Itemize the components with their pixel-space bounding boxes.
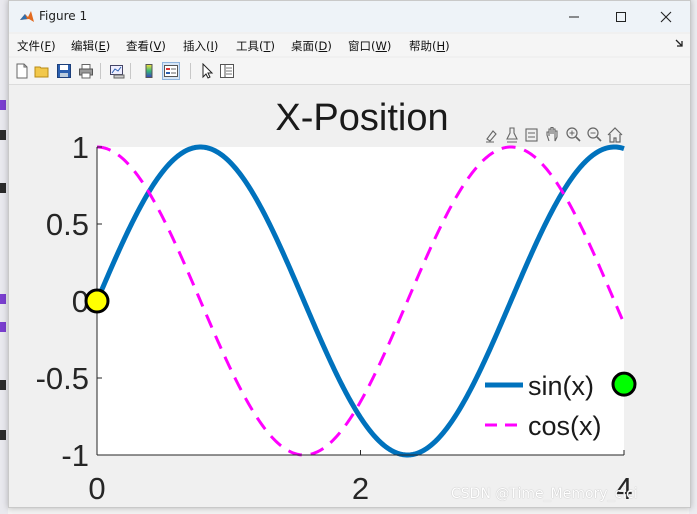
- new-figure-icon: [16, 63, 28, 79]
- matlab-logo-icon: [20, 11, 34, 22]
- background-marker: [0, 380, 6, 390]
- y-tick-label: 0.5: [46, 207, 89, 242]
- menu-view[interactable]: 查看(V): [126, 38, 166, 54]
- pan-icon[interactable]: [546, 126, 558, 142]
- print-icon: [79, 64, 93, 79]
- x-tick-label: 0: [88, 471, 105, 506]
- brush-icon[interactable]: [486, 130, 497, 143]
- maximize-button[interactable]: [601, 5, 641, 29]
- legend-label-2: cos(x): [528, 411, 602, 441]
- close-button[interactable]: [646, 5, 686, 29]
- background-marker: [0, 294, 6, 304]
- y-tick-label: 1: [72, 130, 89, 165]
- menu-file[interactable]: 文件(F): [17, 38, 56, 54]
- background-marker: [0, 430, 6, 440]
- close-icon: [660, 11, 672, 23]
- dock-arrow-icon[interactable]: [674, 38, 684, 48]
- watermark-text: CSDN @Time_Memory_cici: [451, 486, 638, 502]
- link-plot-button[interactable]: [108, 62, 126, 80]
- toolbar-separator: [130, 63, 131, 79]
- background-marker: [0, 183, 6, 193]
- menu-bar: 文件(F) 编辑(E) 查看(V) 插入(I) 工具(T) 桌面(D) 窗口(W…: [9, 34, 690, 56]
- axes-background: [97, 147, 624, 455]
- property-inspector-button[interactable]: [218, 62, 236, 80]
- toolbar-separator: [190, 63, 191, 79]
- colorbar-button[interactable]: [140, 62, 158, 80]
- point-marker-2: [611, 371, 637, 397]
- x-tick-label: 2: [352, 471, 369, 506]
- menu-insert[interactable]: 插入(I): [183, 38, 218, 54]
- open-file-icon: [34, 66, 49, 78]
- zoom-out-icon[interactable]: [587, 127, 602, 142]
- legend-label-1: sin(x): [528, 371, 594, 401]
- new-figure-button[interactable]: [13, 62, 31, 80]
- pointer-button[interactable]: [198, 62, 216, 80]
- zoom-in-icon[interactable]: [566, 127, 581, 142]
- data-tips-icon[interactable]: [506, 127, 518, 143]
- colorbar-icon: [145, 64, 153, 78]
- plot-svg: X-Position 10.50-0.5-10 2 4 sin(x)cos(x): [36, 97, 637, 506]
- print-button[interactable]: [77, 62, 95, 80]
- restore-view-icon[interactable]: [525, 128, 538, 142]
- axes-toolbar: [486, 126, 623, 143]
- minimize-icon: [569, 16, 579, 18]
- minimize-button[interactable]: [554, 5, 594, 29]
- menu-tools[interactable]: 工具(T): [236, 38, 275, 54]
- figure-toolbar: [9, 58, 690, 85]
- save-button[interactable]: [55, 62, 73, 80]
- link-plot-icon: [110, 65, 125, 79]
- chart-title: X-Position: [275, 97, 448, 139]
- menu-window[interactable]: 窗口(W): [348, 38, 391, 54]
- legend-button[interactable]: [162, 62, 180, 80]
- menu-desktop[interactable]: 桌面(D): [291, 38, 332, 54]
- y-tick-label: -0.5: [36, 361, 89, 396]
- home-icon[interactable]: [607, 127, 623, 143]
- maximize-icon: [616, 12, 626, 22]
- title-bar[interactable]: Figure 1: [9, 1, 690, 32]
- background-marker: [0, 100, 6, 110]
- property-inspector-icon: [220, 64, 234, 78]
- background-marker: [0, 322, 6, 332]
- toolbar-separator: [100, 63, 101, 79]
- point-marker-1: [84, 288, 110, 314]
- y-tick-label: -1: [61, 438, 89, 473]
- background-marker: [0, 130, 6, 140]
- menu-edit[interactable]: 编辑(E): [71, 38, 110, 54]
- open-file-button[interactable]: [33, 62, 51, 80]
- legend-icon: [164, 65, 178, 77]
- save-icon: [57, 64, 71, 78]
- menu-help[interactable]: 帮助(H): [409, 38, 450, 54]
- background-editor-strip: [0, 0, 8, 514]
- figure-window: Figure 1 文件(F) 编辑(E) 查看(V) 插入(I) 工具(T) 桌…: [8, 0, 691, 508]
- figure-canvas: X-Position 1 0.5 0 -0.5 -1 0 2 4 sin(x) cos(x): [9, 85, 690, 507]
- pointer-icon: [202, 63, 214, 79]
- window-title: Figure 1: [39, 9, 88, 23]
